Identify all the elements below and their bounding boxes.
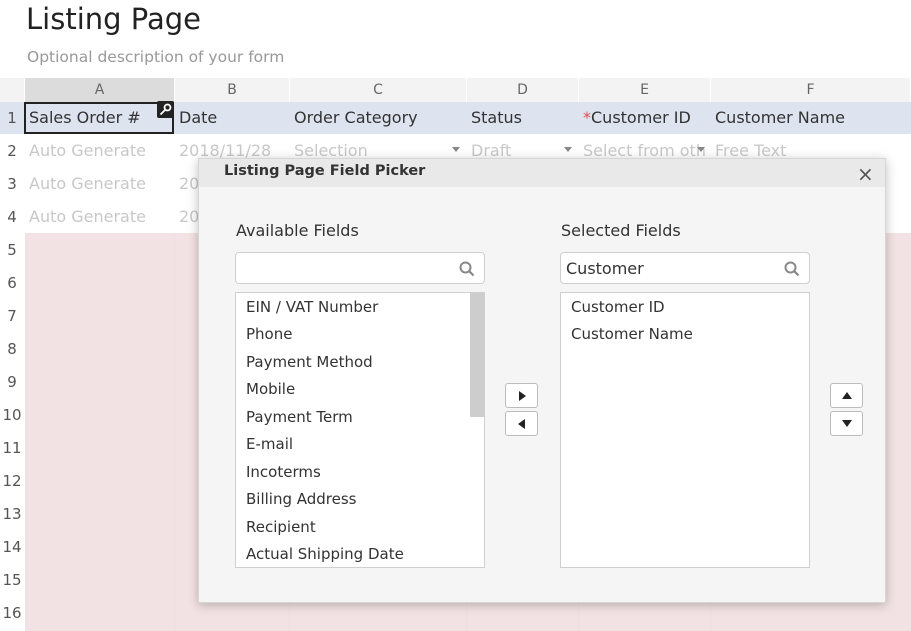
column-header-row: A B C D E F (0, 78, 911, 102)
selected-fields-list[interactable]: Customer ID Customer Name (560, 292, 810, 568)
list-item[interactable]: Customer ID (571, 298, 665, 316)
chevron-down-icon[interactable] (564, 147, 572, 152)
row-number[interactable]: 12 (0, 472, 24, 490)
row-number[interactable]: 4 (0, 208, 24, 226)
column-letter-f[interactable]: F (711, 78, 911, 102)
column-letter-a[interactable]: A (25, 78, 175, 102)
scrollbar-thumb[interactable] (470, 293, 484, 417)
list-item[interactable]: Payment Term (246, 408, 353, 426)
selected-fields-label: Selected Fields (561, 221, 681, 240)
list-item[interactable]: Billing Address (246, 490, 357, 508)
selected-search-input[interactable]: Customer (560, 252, 810, 284)
row-number[interactable]: 8 (0, 340, 24, 358)
selected-search-value: Customer (566, 259, 644, 278)
row-number[interactable]: 2 (0, 142, 24, 160)
header-cell-status[interactable]: Status (467, 108, 579, 127)
header-cell-customer-name[interactable]: Customer Name (711, 108, 911, 127)
caret-down-icon (842, 420, 852, 427)
row-number[interactable]: 10 (0, 406, 24, 424)
caret-up-icon (842, 392, 852, 399)
required-mark: * (583, 108, 591, 127)
header-cell-order-category[interactable]: Order Category (290, 108, 467, 127)
header-cell-customer-id[interactable]: *Customer ID (579, 108, 711, 127)
column-letter-b[interactable]: B (175, 78, 290, 102)
available-fields-list[interactable]: EIN / VAT Number Phone Payment Method Mo… (235, 292, 485, 568)
header-cell-date[interactable]: Date (175, 108, 290, 127)
chevron-down-icon[interactable] (697, 147, 705, 152)
row-number[interactable]: 3 (0, 175, 24, 193)
available-search-input[interactable] (235, 252, 485, 284)
search-icon[interactable] (459, 261, 475, 277)
column-letter-d[interactable]: D (467, 78, 579, 102)
list-item[interactable]: Payment Method (246, 353, 373, 371)
cell-a3[interactable]: Auto Generate (25, 174, 175, 193)
move-up-button[interactable] (830, 383, 863, 408)
list-item[interactable]: E-mail (246, 435, 293, 453)
caret-right-icon (519, 391, 526, 401)
chevron-down-icon[interactable] (452, 147, 460, 152)
list-item[interactable]: Customer Name (571, 325, 693, 343)
list-item[interactable]: Phone (246, 325, 292, 343)
caret-left-icon (518, 419, 525, 429)
row-number[interactable]: 11 (0, 439, 24, 457)
cell-a2[interactable]: Auto Generate (25, 141, 175, 160)
header-cell-customer-id-label: Customer ID (591, 108, 691, 127)
row-number[interactable]: 1 (0, 109, 24, 127)
row-number[interactable]: 7 (0, 307, 24, 325)
row-number[interactable]: 5 (0, 241, 24, 259)
row-number[interactable]: 16 (0, 604, 24, 622)
row-number[interactable]: 9 (0, 373, 24, 391)
corner-cell[interactable] (0, 78, 25, 102)
page-description[interactable]: Optional description of your form (27, 48, 284, 66)
move-left-button[interactable] (505, 411, 538, 436)
available-fields-label: Available Fields (236, 221, 359, 240)
selected-cell-outline (24, 102, 174, 134)
field-picker-dialog: Listing Page Field Picker × Available Fi… (198, 158, 886, 603)
row-number[interactable]: 15 (0, 571, 24, 589)
row-number[interactable]: 6 (0, 274, 24, 292)
list-item[interactable]: EIN / VAT Number (246, 298, 378, 316)
row-number[interactable]: 14 (0, 538, 24, 556)
close-icon[interactable]: × (857, 162, 874, 186)
move-right-button[interactable] (505, 383, 538, 408)
column-letter-e[interactable]: E (579, 78, 711, 102)
list-item[interactable]: Incoterms (246, 463, 321, 481)
list-item[interactable]: Recipient (246, 518, 316, 536)
page-title: Listing Page (26, 2, 201, 36)
row-number[interactable]: 13 (0, 505, 24, 523)
list-item[interactable]: Actual Shipping Date (246, 545, 404, 563)
cell-a4[interactable]: Auto Generate (25, 207, 175, 226)
search-icon[interactable] (784, 261, 800, 277)
column-letter-c[interactable]: C (290, 78, 467, 102)
key-icon[interactable] (157, 101, 174, 118)
dialog-title: Listing Page Field Picker (224, 163, 426, 179)
dialog-header[interactable]: Listing Page Field Picker × (199, 159, 885, 187)
move-down-button[interactable] (830, 411, 863, 436)
list-item[interactable]: Mobile (246, 380, 295, 398)
